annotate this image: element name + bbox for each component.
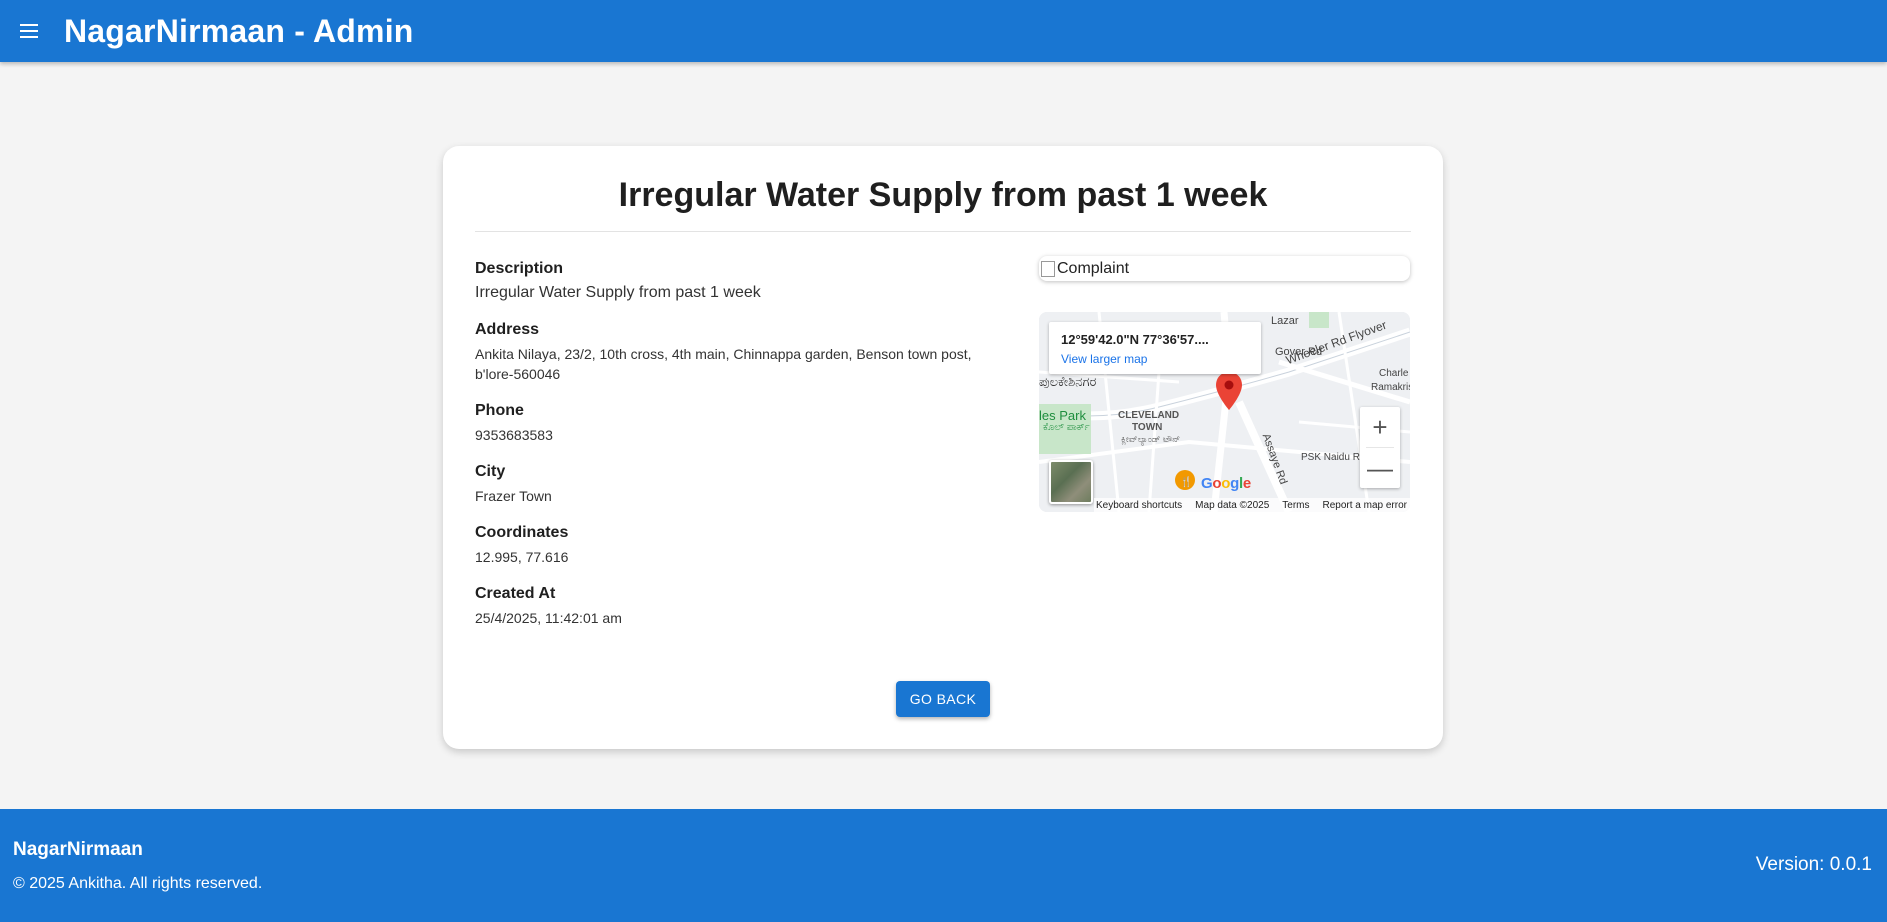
map-label: Lazar	[1271, 315, 1299, 327]
title-divider	[475, 231, 1411, 232]
field-label: Description	[475, 260, 564, 277]
report-map-error-link[interactable]: Report a map error	[1323, 500, 1407, 511]
satellite-toggle[interactable]	[1049, 460, 1093, 504]
map-label: CLEVELAND	[1118, 410, 1180, 421]
field-label: Address	[475, 321, 540, 338]
complaint-image-alt: Complaint	[1057, 259, 1130, 277]
map-label: PSK Naidu R	[1301, 452, 1360, 463]
field-label: Coordinates	[475, 524, 569, 541]
map-label: TOWN	[1132, 422, 1163, 433]
complaint-title: Irregular Water Supply from past 1 week	[618, 176, 1268, 214]
complaint-media: Complaint 🍴 Lazar Gover Rd Wheeler Rd Fl…	[1039, 256, 1410, 512]
field-address: Address Ankita Nilaya, 23/2, 10th cross,…	[475, 321, 995, 384]
keyboard-shortcuts-link[interactable]: Keyboard shortcuts	[1096, 500, 1182, 511]
complaint-card: Irregular Water Supply from past 1 week …	[443, 146, 1443, 749]
field-value: 12.995, 77.616	[475, 549, 569, 565]
field-description: Description Irregular Water Supply from …	[475, 260, 995, 303]
field-value: 9353683583	[475, 427, 553, 443]
field-label: Created At	[475, 585, 556, 602]
complaint-details: Description Irregular Water Supply from …	[475, 260, 995, 646]
page-footer: NagarNirmaan © 2025 Ankitha. All rights …	[0, 809, 1887, 922]
map-label: ಪುಲಕೇಶಿನಗರ	[1039, 374, 1097, 389]
svg-text:🍴: 🍴	[1180, 475, 1192, 488]
field-label: Phone	[475, 402, 524, 419]
zoom-out-button[interactable]: —	[1360, 448, 1400, 488]
field-label: City	[475, 463, 506, 480]
location-map[interactable]: 🍴 Lazar Gover Rd Wheeler Rd Flyover ಪುಲಕ…	[1039, 312, 1410, 512]
field-value: Irregular Water Supply from past 1 week	[475, 284, 761, 301]
field-phone: Phone 9353683583	[475, 402, 995, 445]
field-coordinates: Coordinates 12.995, 77.616	[475, 524, 995, 567]
footer-brand: NagarNirmaan	[13, 839, 143, 860]
complaint-image: Complaint	[1039, 256, 1410, 281]
field-created-at: Created At 25/4/2025, 11:42:01 am	[475, 585, 995, 628]
broken-image-icon	[1041, 260, 1055, 277]
map-label: ಕೊಲ್ ಪಾರ್ಕ್	[1043, 422, 1090, 433]
app-bar: NagarNirmaan - Admin	[0, 0, 1887, 62]
google-logo: Google	[1201, 475, 1251, 492]
footer-copyright: © 2025 Ankitha. All rights reserved.	[13, 875, 263, 892]
map-footer: Keyboard shortcuts Map data ©2025 Terms …	[1094, 498, 1410, 512]
map-data-text: Map data ©2025	[1195, 499, 1270, 511]
field-value: 25/4/2025, 11:42:01 am	[475, 610, 622, 626]
field-value: Frazer Town	[475, 488, 552, 504]
go-back-button[interactable]: GO BACK	[896, 681, 990, 717]
zoom-in-button[interactable]: +	[1360, 407, 1400, 447]
map-info-card: 12°59'42.0"N 77°36'57.... View larger ma…	[1049, 322, 1261, 374]
terms-link[interactable]: Terms	[1282, 500, 1309, 511]
field-value: Ankita Nilaya, 23/2, 10th cross, 4th mai…	[475, 346, 972, 382]
map-label: Charle	[1379, 368, 1409, 379]
field-city: City Frazer Town	[475, 463, 995, 506]
zoom-controls: + —	[1360, 407, 1400, 488]
map-label: Ramakris	[1371, 382, 1410, 393]
view-larger-map-link[interactable]: View larger map	[1061, 352, 1147, 366]
map-label: les Park	[1039, 408, 1086, 423]
app-title: NagarNirmaan - Admin	[64, 12, 414, 49]
menu-icon[interactable]	[14, 16, 44, 46]
map-coordinates: 12°59'42.0"N 77°36'57....	[1061, 332, 1209, 347]
map-label: ಕ್ಲೀವ್‌ಲ್ಯಾಂಡ್ ಟೌನ್	[1121, 434, 1181, 444]
footer-version: Version: 0.0.1	[1755, 854, 1872, 875]
